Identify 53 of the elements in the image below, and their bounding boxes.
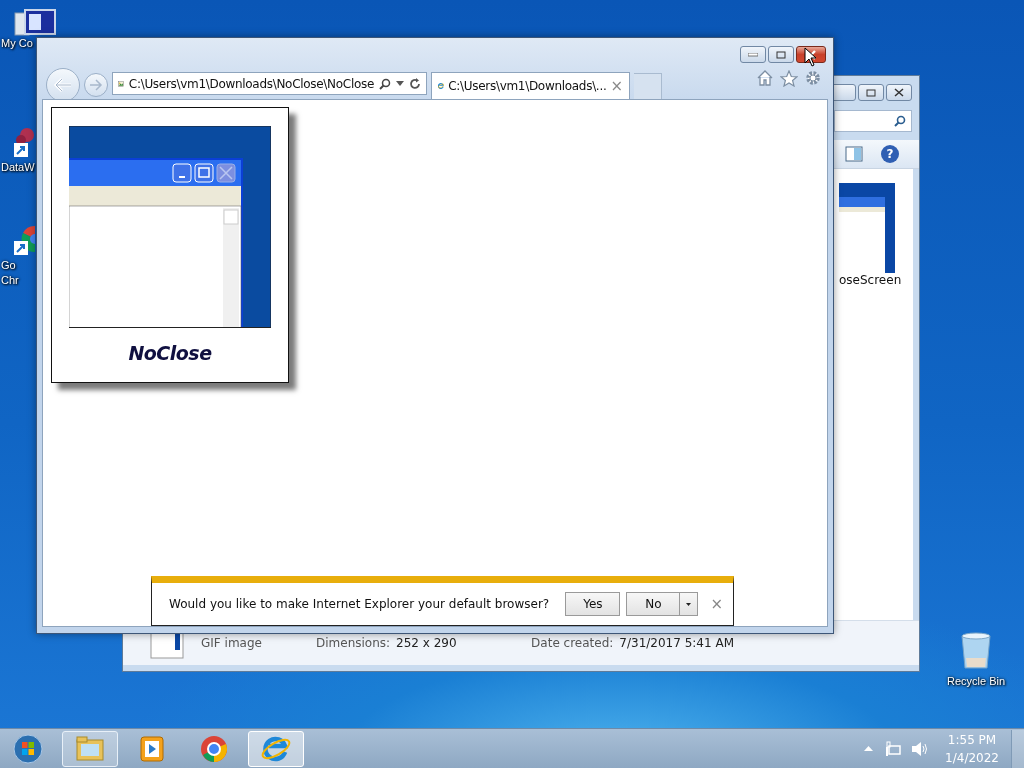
help-button[interactable]: ? [881, 145, 899, 163]
folder-icon [75, 733, 105, 764]
caret-icon [686, 601, 692, 607]
forward-arrow-icon [89, 79, 103, 91]
file-name[interactable]: oseScreen [839, 273, 902, 287]
computer-icon [13, 9, 57, 36]
forward-button[interactable] [84, 73, 108, 97]
restore-icon [776, 50, 786, 59]
close-button[interactable]: × [710, 595, 723, 613]
home-icon[interactable] [756, 70, 774, 86]
show-desktop-button[interactable] [1011, 729, 1024, 768]
taskbar-button[interactable] [62, 730, 118, 767]
no-button[interactable]: No [626, 592, 681, 616]
mouse-cursor-icon [804, 47, 818, 67]
show-hidden-icons-icon[interactable] [864, 746, 874, 751]
icon-label[interactable]: Recycle Bin [946, 674, 1006, 689]
notification-message: Would you like to make Internet Explorer your default browser? [169, 597, 551, 611]
image-caption: NoClose [128, 342, 212, 364]
back-button[interactable] [46, 68, 80, 102]
icon-label[interactable]: DataW [1, 160, 35, 175]
dropdown-button[interactable] [680, 592, 699, 616]
field-label: Dimensions: [316, 636, 391, 650]
preview-pane-icon[interactable] [845, 146, 863, 162]
network-icon[interactable] [883, 740, 902, 757]
icon-label[interactable]: My Co [1, 36, 33, 51]
address-bar[interactable]: C:\Users\vm1\Downloads\NoClose\NoClose [112, 72, 427, 95]
minimize-icon [748, 52, 758, 57]
browser-tab[interactable]: C:\Users\vm1\Downloads\... × [431, 72, 630, 99]
search-field[interactable] [834, 110, 912, 132]
yes-button[interactable]: Yes [565, 592, 621, 616]
restore-icon [866, 88, 876, 97]
field-value: 7/31/2017 5:41 AM [619, 636, 734, 650]
settings-icon[interactable] [804, 69, 822, 87]
dropdown-icon[interactable] [396, 81, 404, 86]
field-label: Date created: [531, 636, 614, 650]
icon-label[interactable]: Chr [1, 273, 19, 288]
close-tab-button[interactable]: × [610, 77, 623, 95]
shortcut-icon [13, 127, 35, 157]
minimize-button[interactable] [740, 46, 766, 63]
media-player-icon [137, 733, 167, 764]
search-icon [894, 115, 906, 127]
back-arrow-icon [53, 77, 73, 93]
refresh-icon[interactable] [409, 77, 421, 90]
star-icon[interactable] [780, 69, 798, 87]
file-type: GIF image [201, 636, 263, 650]
chrome-icon [199, 733, 229, 764]
windows-logo-icon [13, 733, 43, 764]
volume-icon[interactable] [911, 740, 930, 757]
icon-label[interactable]: Go [1, 258, 16, 273]
close-button[interactable] [886, 84, 912, 101]
field-value: 252 x 290 [396, 636, 458, 650]
close-icon [894, 88, 904, 97]
search-icon[interactable] [379, 77, 391, 90]
